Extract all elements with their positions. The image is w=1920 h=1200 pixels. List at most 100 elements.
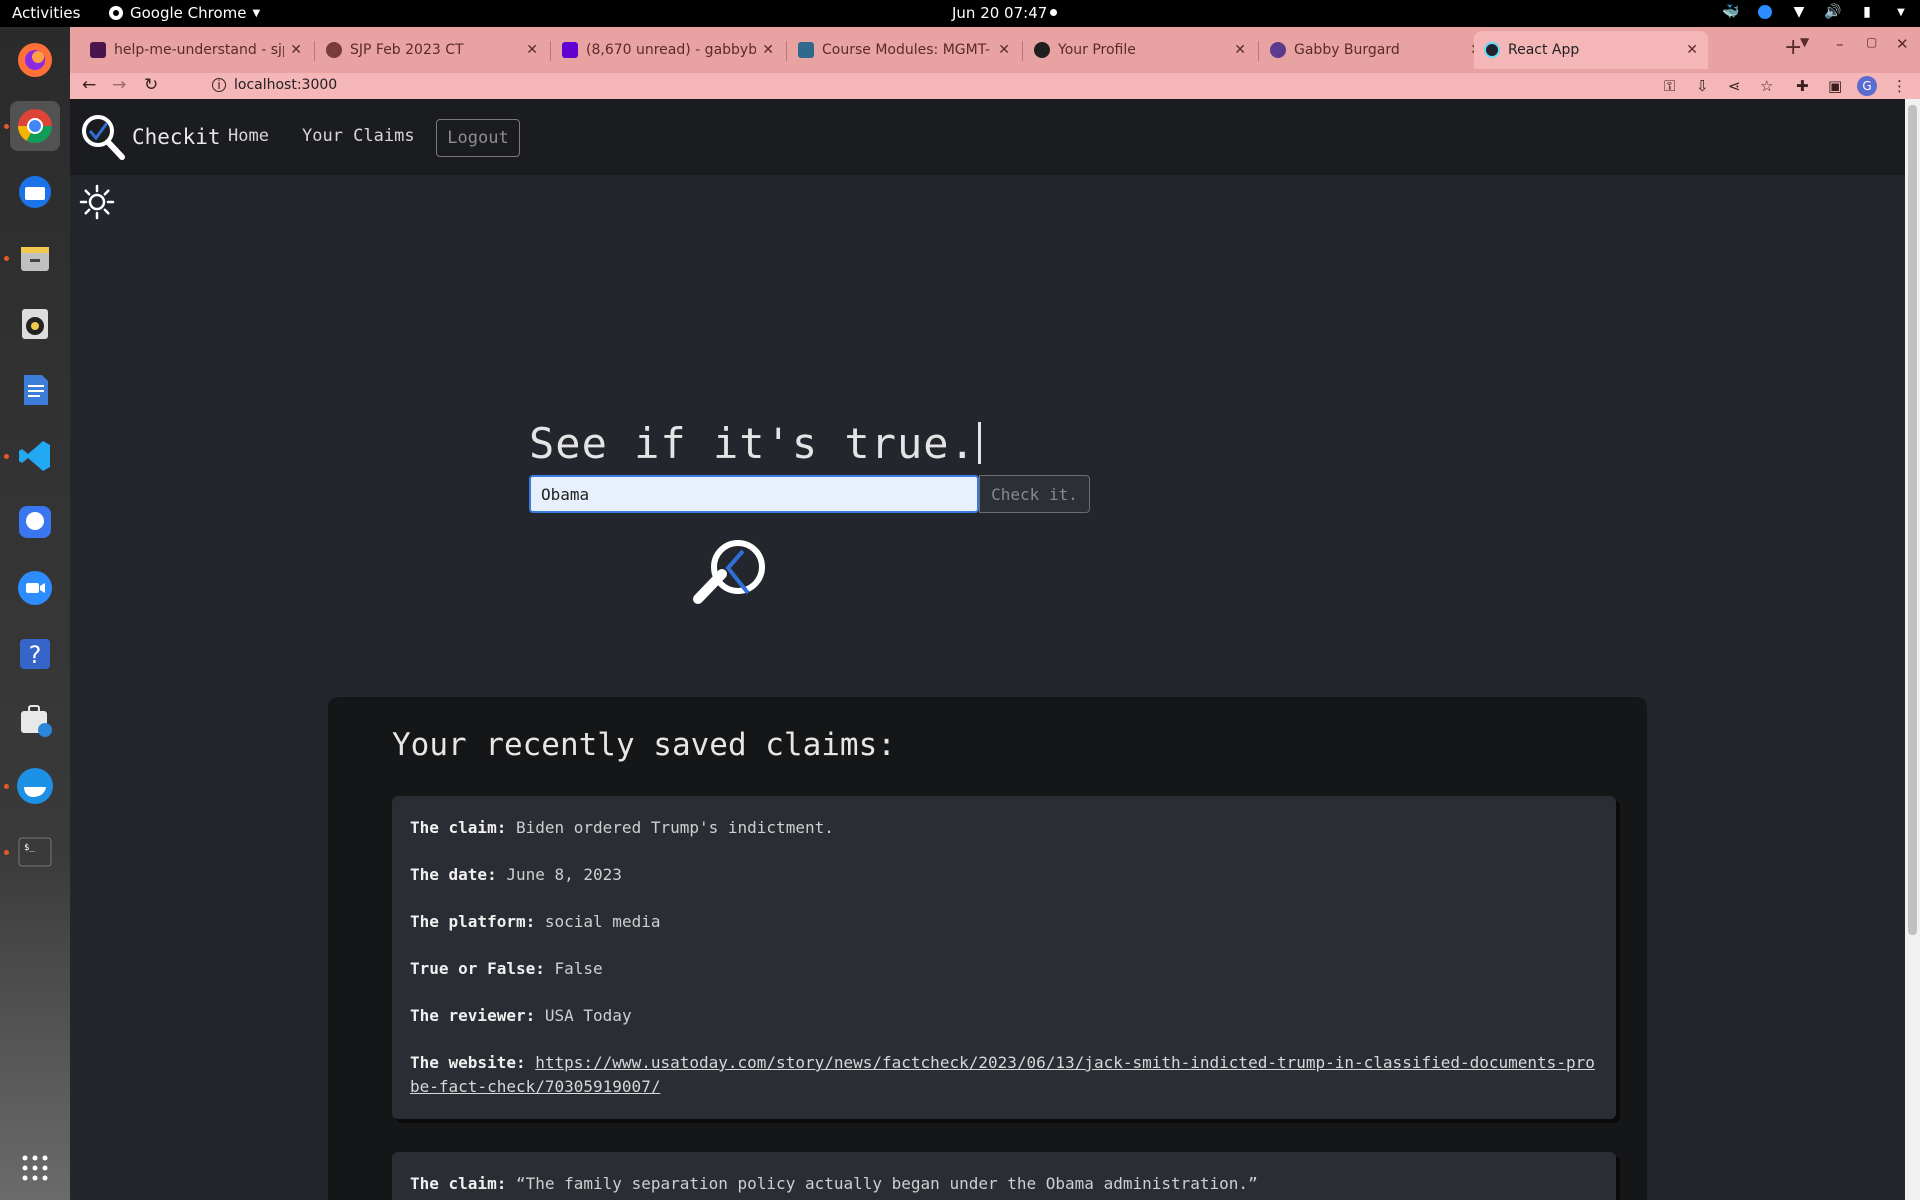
checkit-logo-icon [82, 115, 125, 160]
back-icon[interactable]: ← [82, 75, 96, 95]
claim-row: The claim: Biden ordered Trump's indictm… [410, 818, 834, 837]
url-field[interactable]: i localhost:3000 [212, 77, 337, 93]
menu-dots-icon[interactable]: ⋮ [1892, 77, 1907, 95]
svg-text:$_: $_ [24, 843, 35, 853]
claim-platform: social media [544, 912, 661, 931]
claim-text: Biden ordered Trump's indictment. [515, 818, 834, 837]
notification-dot [1050, 9, 1057, 16]
rhythmbox-icon[interactable] [10, 299, 60, 349]
react-icon [1484, 42, 1500, 58]
claim-row: The claim: “The family separation policy… [410, 1174, 1258, 1193]
github-icon [1034, 42, 1050, 58]
writer-icon[interactable] [10, 365, 60, 415]
profile-avatar[interactable]: G [1857, 76, 1877, 96]
thunderbird-icon[interactable] [10, 167, 60, 217]
sun-icon[interactable] [78, 183, 116, 221]
site-info-icon[interactable]: i [212, 78, 226, 92]
bookmark-star-icon[interactable]: ☆ [1760, 77, 1773, 95]
address-bar: ← → ↻ i localhost:3000 ⚿ ⇩ ⋖ ☆ ✚ ▣ G ⋮ [70, 73, 1920, 99]
dock: ? $_ [0, 27, 70, 1200]
chevron-down-icon[interactable]: ▼ [1892, 3, 1910, 21]
close-icon[interactable]: ✕ [762, 42, 774, 58]
close-window-icon[interactable]: ✕ [1896, 35, 1909, 53]
docker-icon[interactable] [10, 761, 60, 811]
chevron-down-icon: ▼ [252, 7, 261, 19]
magnifier-check-logo-icon [693, 540, 765, 604]
firefox-icon[interactable] [10, 35, 60, 85]
vscode-icon[interactable] [10, 431, 60, 481]
typing-caret [977, 422, 981, 464]
running-indicator [4, 256, 9, 261]
saved-claims-heading: Your recently saved claims: [392, 727, 896, 763]
claim-card: The claim: “The family separation policy… [392, 1152, 1616, 1200]
claim-website-link[interactable]: https://www.usatoday.com/story/news/fact… [410, 1053, 1595, 1096]
claim-search-input[interactable] [529, 475, 979, 513]
minimize-icon[interactable]: – [1836, 35, 1844, 53]
terminal-icon[interactable]: $_ [10, 827, 60, 877]
chrome-dock-icon[interactable] [10, 101, 60, 151]
mail-icon [562, 42, 578, 58]
signal-icon[interactable] [10, 497, 60, 547]
claim-date-row: The date: June 8, 2023 [410, 865, 622, 884]
battery-icon[interactable]: ▮ [1858, 3, 1876, 21]
key-icon[interactable]: ⚿ [1664, 77, 1675, 95]
tab-yahoo-mail[interactable]: (8,670 unread) - gabbybu ✕ [552, 31, 784, 69]
hero-title-text: See if it's true. [529, 419, 976, 468]
app-grid-icon[interactable] [10, 1143, 60, 1193]
hero-title: See if it's true. [529, 419, 981, 468]
clock[interactable]: Jun 20 07:47 [952, 4, 1047, 22]
help-icon[interactable]: ? [10, 629, 60, 679]
extensions-icon[interactable]: ✚ [1796, 77, 1809, 95]
canvas-icon [798, 42, 814, 58]
claim-verdict-row: True or False: False [410, 959, 603, 978]
scrollbar-thumb[interactable] [1908, 105, 1917, 935]
maximize-icon[interactable]: ▢ [1866, 35, 1877, 49]
docker-tray-icon[interactable]: 🐳 [1722, 3, 1740, 21]
system-tray[interactable]: 🐳 ▼ 🔊 ▮ ▼ [1722, 3, 1910, 21]
tab-github-profile[interactable]: Your Profile ✕ [1024, 31, 1256, 69]
tab-sjp[interactable]: SJP Feb 2023 CT ✕ [316, 31, 548, 69]
forward-icon[interactable]: → [112, 75, 126, 95]
volume-icon[interactable]: 🔊 [1824, 3, 1842, 21]
claim-reviewer-row: The reviewer: USA Today [410, 1006, 632, 1025]
software-installer-icon[interactable] [10, 695, 60, 745]
wifi-icon[interactable]: ▼ [1790, 3, 1808, 21]
share-icon[interactable]: ⋖ [1728, 77, 1741, 95]
app-menu-label: Google Chrome [130, 4, 247, 22]
running-indicator [4, 454, 9, 459]
claim-verdict: False [554, 959, 603, 978]
close-icon[interactable]: ✕ [290, 42, 302, 58]
nav-your-claims-link[interactable]: Your Claims [302, 126, 415, 146]
claim-platform-row: The platform: social media [410, 912, 661, 931]
reload-icon[interactable]: ↻ [144, 75, 158, 95]
close-icon[interactable]: ✕ [998, 42, 1010, 58]
tab-course-modules[interactable]: Course Modules: MGMT- ✕ [788, 31, 1020, 69]
tab-gabby-burgard[interactable]: Gabby Burgard ✕ [1260, 31, 1492, 69]
zoom-icon[interactable] [10, 563, 60, 613]
tab-search-icon[interactable]: ▼ [1800, 35, 1809, 49]
running-indicator [4, 850, 9, 855]
nav-home-link[interactable]: Home [228, 126, 269, 146]
install-icon[interactable]: ⇩ [1696, 77, 1709, 95]
zoom-tray-icon[interactable] [1756, 3, 1774, 21]
system-top-bar: Activities Google Chrome ▼ Jun 20 07:47 … [0, 0, 1920, 27]
check-it-button[interactable]: Check it. [979, 475, 1090, 513]
activities-button[interactable]: Activities [12, 4, 80, 22]
files-icon[interactable] [10, 233, 60, 283]
url-text: localhost:3000 [234, 77, 338, 93]
close-icon[interactable]: ✕ [1234, 42, 1246, 58]
close-icon[interactable]: ✕ [1686, 42, 1698, 58]
tab-favicon-icon [326, 42, 342, 58]
brand-name: Checkit [132, 125, 221, 149]
tab-react-app[interactable]: React App ✕ [1474, 31, 1708, 69]
saved-claims-panel: Your recently saved claims: The claim: B… [328, 697, 1647, 1200]
logout-button[interactable]: Logout [436, 119, 520, 157]
app-menu[interactable]: Google Chrome ▼ [108, 4, 260, 22]
app-navbar: Checkit Home Your Claims Logout [70, 99, 1905, 175]
side-panel-icon[interactable]: ▣ [1828, 77, 1842, 95]
close-icon[interactable]: ✕ [526, 42, 538, 58]
brand[interactable]: Checkit [80, 113, 221, 161]
tab-slack[interactable]: help-me-understand - sjp ✕ [80, 31, 312, 69]
claim-text: “The family separation policy actually b… [515, 1174, 1258, 1193]
page-scrollbar[interactable] [1905, 99, 1920, 1200]
